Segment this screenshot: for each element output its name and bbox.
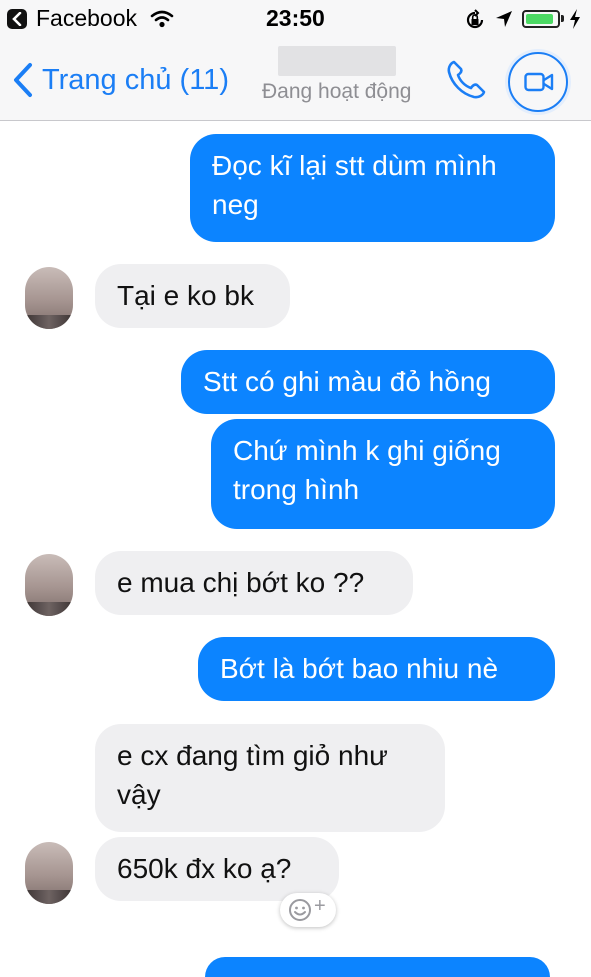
video-call-button[interactable] <box>508 52 568 112</box>
wifi-icon <box>150 10 174 28</box>
message-bubble-outgoing-partial[interactable] <box>205 957 550 977</box>
conversation-header: Trang chủ (11) Đang hoạt động <box>0 40 591 121</box>
message-bubble-outgoing[interactable]: Stt có ghi màu đỏ hồng <box>181 350 555 414</box>
message-bubble-outgoing[interactable]: Đọc kĩ lại stt dùm mình neg <box>190 134 555 242</box>
active-status: Đang hoạt động <box>262 80 412 103</box>
battery-icon <box>522 10 560 28</box>
location-icon <box>496 11 512 27</box>
add-reaction-button[interactable]: + <box>280 893 336 927</box>
message-bubble-outgoing[interactable]: Chứ mình k ghi giống trong hình <box>211 419 555 529</box>
back-button[interactable]: Trang chủ (11) <box>12 58 229 102</box>
charging-icon <box>570 9 580 29</box>
message-bubble-incoming[interactable]: e mua chị bớt ko ?? <box>95 551 413 615</box>
message-bubble-incoming[interactable]: Tại e ko bk <box>95 264 290 328</box>
message-bubble-outgoing[interactable]: Bớt là bớt bao nhiu nè <box>198 637 555 701</box>
smiley-add-icon <box>289 899 311 921</box>
clock: 23:50 <box>266 5 325 31</box>
avatar[interactable] <box>25 554 73 616</box>
plus-icon: + <box>314 895 326 917</box>
phone-icon[interactable] <box>444 58 488 102</box>
battery-level <box>526 14 553 24</box>
back-to-app-icon[interactable] <box>7 9 27 29</box>
message-thread[interactable]: Đọc kĩ lại stt dùm mình neg Tại e ko bk … <box>0 121 591 977</box>
battery-tip <box>561 15 564 22</box>
back-to-app-label[interactable]: Facebook <box>36 5 137 32</box>
video-camera-icon <box>524 72 554 92</box>
back-button-label: Trang chủ (11) <box>42 63 229 96</box>
contact-name-redacted[interactable] <box>278 46 396 76</box>
avatar[interactable] <box>25 267 73 329</box>
message-bubble-incoming[interactable]: 650k đx ko ạ? <box>95 837 339 901</box>
message-bubble-incoming[interactable]: e cx đang tìm giỏ như vậy <box>95 724 445 832</box>
avatar[interactable] <box>25 842 73 904</box>
rotation-lock-icon <box>466 9 484 29</box>
status-bar: Facebook 23:50 <box>0 0 591 40</box>
chevron-left-icon <box>14 63 32 97</box>
